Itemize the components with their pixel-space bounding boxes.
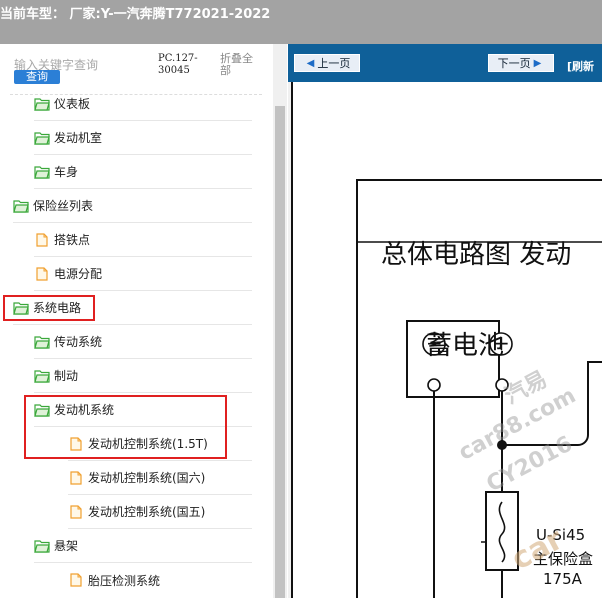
document-icon bbox=[68, 573, 84, 587]
tree-item-label: 悬架 bbox=[54, 539, 79, 553]
tree-item-tire-pressure[interactable]: 胎压检测系统 bbox=[68, 563, 252, 597]
document-icon bbox=[68, 470, 84, 485]
tree-item-dashboard[interactable]: 仪表板 bbox=[34, 87, 252, 121]
prev-page-button[interactable]: ◀ 上一页 bbox=[294, 54, 360, 72]
circuit-diagram-canvas[interactable]: 总体电路图 发动 蓄电池 − + U-Si45 主保险盒 175A 汽易 car… bbox=[291, 82, 602, 598]
next-page-button[interactable]: 下一页 ▶ bbox=[488, 54, 554, 72]
tree-item-label: 制动 bbox=[54, 369, 79, 383]
folder-open-icon bbox=[34, 539, 50, 553]
arrow-left-icon: ◀ bbox=[306, 57, 315, 69]
tree-scrollbar-thumb[interactable] bbox=[275, 106, 285, 598]
fuse-rating-label: 175A bbox=[543, 570, 582, 588]
tree-item-fuse-list[interactable]: 保险丝列表 bbox=[13, 189, 252, 223]
battery-minus-terminal: − bbox=[426, 331, 443, 355]
tree-item-label: 胎压检测系统 bbox=[88, 573, 161, 588]
tree-item-engine-room[interactable]: 发动机室 bbox=[34, 121, 252, 155]
refresh-link[interactable]: [刷新 bbox=[567, 58, 594, 74]
diagram-viewer-pane: ◀ 上一页 下一页 ▶ [刷新 总体电路图 发动 蓄电池 − + U-Si45 … bbox=[288, 44, 602, 598]
folder-open-icon bbox=[34, 165, 50, 179]
document-icon bbox=[34, 266, 50, 281]
tree-item-power-distribution[interactable]: 电源分配 bbox=[34, 257, 252, 291]
tree-item-label: 发动机控制系统(国六) bbox=[88, 471, 206, 485]
document-icon bbox=[68, 504, 84, 519]
tree-item-label: 传动系统 bbox=[54, 335, 103, 349]
diagram-title: 总体电路图 发动 bbox=[381, 240, 572, 270]
tree-item-ground-points[interactable]: 搭铁点 bbox=[34, 223, 252, 257]
tree-item-drivetrain[interactable]: 传动系统 bbox=[34, 325, 252, 359]
tree-item-engine-control-china6[interactable]: 发动机控制系统(国六) bbox=[68, 461, 252, 495]
tree-item-label: 发动机室 bbox=[54, 131, 103, 145]
battery-plus-terminal: + bbox=[493, 331, 510, 355]
tree-item-label: 保险丝列表 bbox=[33, 199, 94, 213]
folder-open-icon bbox=[34, 369, 50, 383]
pc-code-label: PC.127-30045 bbox=[158, 53, 198, 76]
folder-open-icon bbox=[34, 97, 50, 111]
title-bar: 当前车型： 厂家:Y-一汽奔腾T772021-2022 bbox=[0, 0, 602, 44]
tree-item-brakes[interactable]: 制动 bbox=[34, 359, 252, 393]
tree-item-engine-control-china5[interactable]: 发动机控制系统(国五) bbox=[68, 495, 252, 529]
tree-item-label: 发动机控制系统(国五) bbox=[88, 505, 206, 519]
tree-item-label: 电源分配 bbox=[54, 267, 103, 281]
folder-open-icon bbox=[34, 335, 50, 349]
arrow-right-icon: ▶ bbox=[533, 57, 542, 69]
query-button[interactable]: 查询 bbox=[14, 70, 60, 84]
current-model-text: 当前车型： 厂家:Y-一汽奔腾T772021-2022 bbox=[0, 7, 271, 22]
tree-item-label: 车身 bbox=[54, 165, 79, 179]
collapse-all-link[interactable]: 折叠全部 bbox=[220, 53, 260, 77]
highlight-system-circuits bbox=[3, 295, 95, 321]
tree-item-suspension[interactable]: 悬架 bbox=[34, 529, 252, 563]
highlight-engine-system bbox=[24, 395, 227, 459]
tree-item-label: 搭铁点 bbox=[54, 233, 91, 247]
tree-item-label: 仪表板 bbox=[54, 97, 91, 111]
folder-open-icon bbox=[34, 131, 50, 145]
viewer-toolbar: ◀ 上一页 下一页 ▶ [刷新 bbox=[288, 44, 602, 82]
tree-item-body[interactable]: 车身 bbox=[34, 155, 252, 189]
document-icon bbox=[34, 232, 50, 247]
folder-open-icon bbox=[13, 199, 29, 213]
catalog-tree-pane: 查询 PC.127-30045 折叠全部 仪表板 发动机室 车身 保险丝列表 搭… bbox=[0, 44, 287, 598]
